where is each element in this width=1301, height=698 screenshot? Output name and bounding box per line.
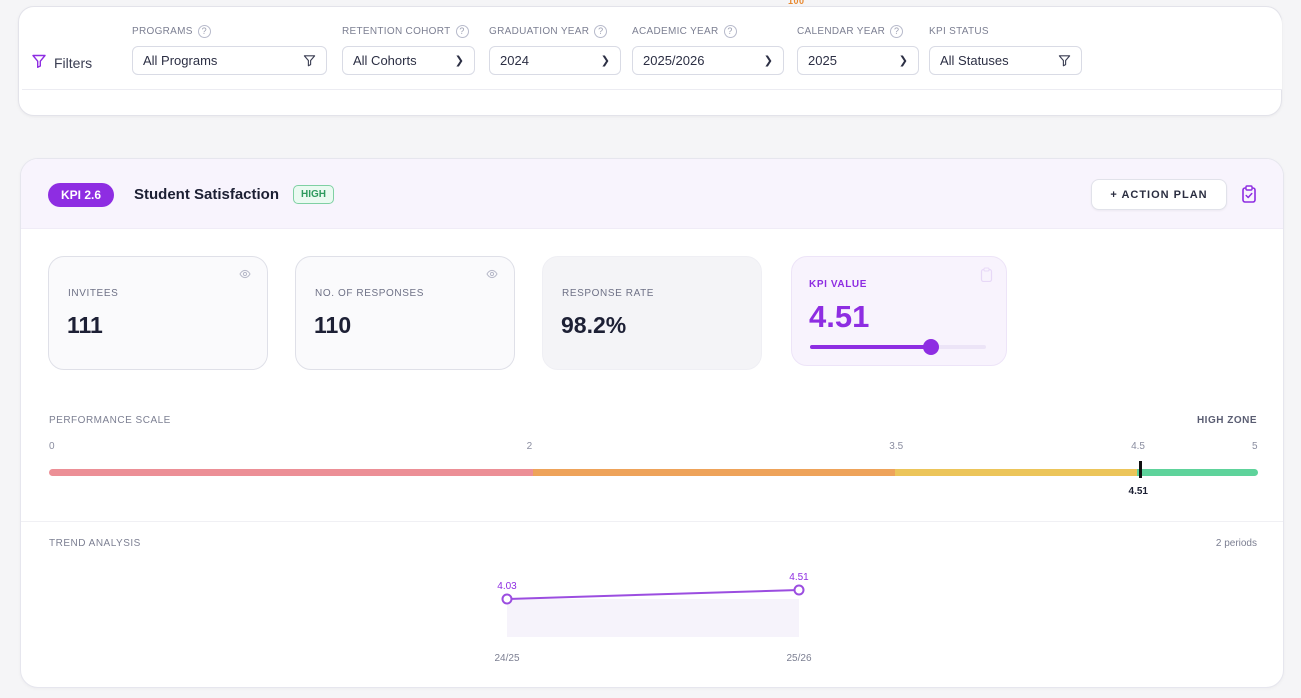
- filters-label: Filters: [54, 54, 93, 71]
- stat-value: 110: [314, 312, 352, 338]
- eye-icon[interactable]: [486, 269, 498, 279]
- filter-programs-label: PROGRAMS: [132, 25, 193, 37]
- kpi-title: Student Satisfaction: [134, 186, 280, 203]
- stat-label: NO. OF RESPONSES: [315, 288, 425, 299]
- kpi-value-progress-fill: [810, 345, 931, 349]
- filter-retention-cohort: RETENTION COHORT? All Cohorts ❯: [342, 22, 475, 75]
- trend-point[interactable]: [501, 593, 513, 605]
- calendar-year-select-value: 2025: [808, 53, 837, 68]
- scale-tick-label: 0: [49, 441, 55, 452]
- programs-select-value: All Programs: [143, 53, 218, 68]
- trend-point[interactable]: [793, 584, 805, 596]
- kpi-status-select-value: All Statuses: [940, 53, 1009, 68]
- trend-data-label: 4.03: [497, 581, 517, 592]
- performance-zone-label: HIGH ZONE: [1196, 415, 1257, 426]
- scale-tick-label: 3.5: [889, 441, 904, 452]
- kpi-value-card: KPI VALUE 4.51: [791, 256, 1007, 366]
- kpi-status-select[interactable]: All Statuses: [929, 46, 1082, 75]
- filter-graduation-year-label: GRADUATION YEAR: [489, 25, 590, 37]
- funnel-icon: [1058, 54, 1071, 67]
- stat-label: RESPONSE RATE: [562, 288, 655, 299]
- graduation-year-select[interactable]: 2024 ❯: [489, 46, 621, 75]
- filter-academic-year-label: ACADEMIC YEAR: [632, 25, 719, 37]
- scale-tick-label: 2: [526, 441, 533, 452]
- stat-label: INVITEES: [68, 288, 119, 299]
- trend-x-tick-label: 24/25: [494, 653, 519, 664]
- chevron-down-icon: ❯: [898, 55, 908, 67]
- action-plan-label: + ACTION PLAN: [1110, 188, 1208, 201]
- filter-icon: [32, 54, 46, 71]
- filter-kpi-status: KPI STATUS All Statuses: [929, 22, 1082, 75]
- scale-tick-label: 4.5: [1131, 441, 1145, 452]
- performance-scale-marker-value: 4.51: [1128, 486, 1148, 497]
- kpi-level-badge: HIGH: [293, 185, 334, 204]
- chevron-down-icon: ❯: [763, 55, 773, 67]
- stat-card-responses: NO. OF RESPONSES 110: [295, 256, 515, 370]
- section-divider: [21, 521, 1283, 522]
- performance-scale-bar: [49, 469, 1258, 476]
- trend-x-tick-label: 25/26: [786, 653, 811, 664]
- stat-card-response-rate: RESPONSE RATE 98.2%: [542, 256, 762, 370]
- kpi-value-label: KPI VALUE: [809, 279, 867, 290]
- filter-graduation-year: GRADUATION YEAR? 2024 ❯: [489, 22, 621, 75]
- scale-segment: [1137, 469, 1258, 476]
- trend-chart: 4.03 24/25 4.51 25/26: [494, 572, 811, 664]
- performance-scale-marker: [1138, 461, 1142, 478]
- scale-tick-label: 5: [1252, 441, 1258, 452]
- kpi-card: KPI 2.6 Student Satisfaction HIGH + ACTI…: [20, 158, 1284, 688]
- programs-select[interactable]: All Programs: [132, 46, 327, 75]
- help-icon[interactable]: ?: [594, 24, 608, 38]
- chevron-down-icon: ❯: [600, 55, 610, 67]
- stat-value: 111: [67, 312, 103, 338]
- trend-analysis-label: TREND ANALYSIS: [49, 538, 141, 549]
- stat-card-invitees: INVITEES 111: [48, 256, 268, 370]
- kpi-value: 4.51: [809, 299, 870, 334]
- retention-cohort-select[interactable]: All Cohorts ❯: [342, 46, 475, 75]
- kpi-value-progress: [810, 339, 986, 355]
- scale-segment: [895, 469, 1138, 476]
- filter-calendar-year-label: CALENDAR YEAR: [797, 25, 886, 37]
- help-icon[interactable]: ?: [890, 24, 904, 38]
- clipboard-icon[interactable]: [1241, 185, 1257, 203]
- clipboard-icon: [980, 267, 993, 282]
- scale-segment: [532, 469, 896, 476]
- filters-toggle[interactable]: Filters: [32, 54, 92, 71]
- chevron-down-icon: ❯: [454, 55, 464, 67]
- graduation-year-select-value: 2024: [500, 53, 529, 68]
- trend-area: [507, 599, 799, 637]
- trend-data-label: 4.51: [789, 572, 809, 583]
- stat-value: 98.2%: [561, 312, 627, 338]
- filter-programs: PROGRAMS? All Programs: [132, 22, 327, 75]
- filter-kpi-status-label: KPI STATUS: [929, 25, 989, 37]
- funnel-icon: [303, 54, 316, 67]
- kpi-value-progress-knob: [922, 339, 939, 355]
- retention-cohort-select-value: All Cohorts: [353, 53, 417, 68]
- calendar-year-select[interactable]: 2025 ❯: [797, 46, 919, 75]
- filter-calendar-year: CALENDAR YEAR? 2025 ❯: [797, 22, 919, 75]
- trend-series-line: [506, 589, 800, 600]
- academic-year-select-value: 2025/2026: [643, 53, 705, 68]
- filter-academic-year: ACADEMIC YEAR? 2025/2026 ❯: [632, 22, 784, 75]
- scale-segment: [49, 469, 533, 476]
- academic-year-select[interactable]: 2025/2026 ❯: [632, 46, 784, 75]
- performance-scale-label: PERFORMANCE SCALE: [49, 415, 171, 426]
- filter-retention-cohort-label: RETENTION COHORT: [342, 25, 451, 37]
- help-icon[interactable]: ?: [197, 24, 211, 38]
- trend-periods-count: 2 periods: [1215, 538, 1257, 549]
- action-plan-button[interactable]: + ACTION PLAN: [1091, 179, 1227, 210]
- help-icon[interactable]: ?: [455, 24, 469, 38]
- help-icon[interactable]: ?: [723, 24, 737, 38]
- kpi-code-badge: KPI 2.6: [48, 183, 115, 207]
- eye-icon[interactable]: [239, 269, 251, 279]
